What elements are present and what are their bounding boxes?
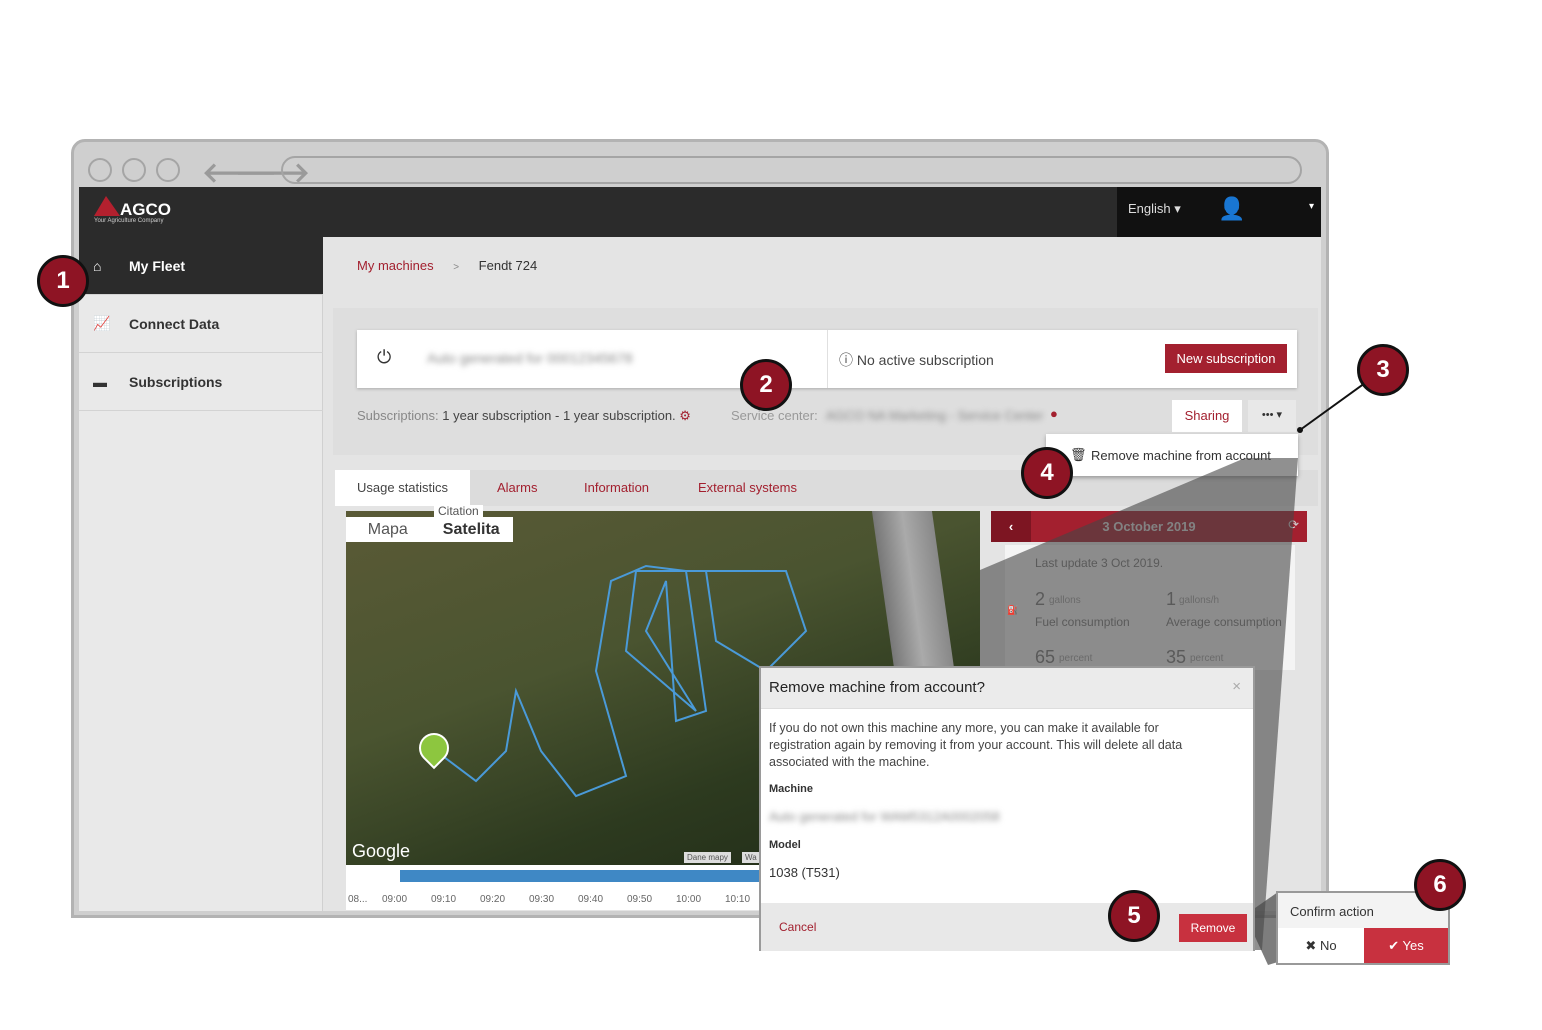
confirm-yes-button[interactable]: ✔ Yes [1364,928,1448,963]
callout-3: 3 [1357,344,1409,396]
close-icon[interactable]: × [1232,678,1241,695]
callout-1: 1 [37,255,89,307]
dialog-body: If you do not own this machine any more,… [769,721,1183,769]
machine-value: Auto generated for WAM5312A0002058 [769,809,1000,824]
fuel-icon: ⛽ [1007,605,1019,615]
confirm-no-button[interactable]: ✖ No [1278,928,1364,963]
dialog-title: Remove machine from account? [769,679,985,696]
stats-panel: Last update 3 Oct 2019. ⛽ 2 gallons Fuel … [1007,556,1282,667]
last-update: Last update 3 Oct 2019. [1035,556,1164,570]
model-value: 1038 (T531) [769,865,840,880]
callout-5: 5 [1108,890,1160,942]
callout-2: 2 [740,359,792,411]
remove-button[interactable]: Remove [1179,914,1247,942]
remove-machine-dialog: Remove machine from account? × If you do… [759,666,1255,951]
callout-6: 6 [1414,859,1466,911]
callout-4: 4 [1021,447,1073,499]
cancel-button[interactable]: Cancel [779,920,816,934]
